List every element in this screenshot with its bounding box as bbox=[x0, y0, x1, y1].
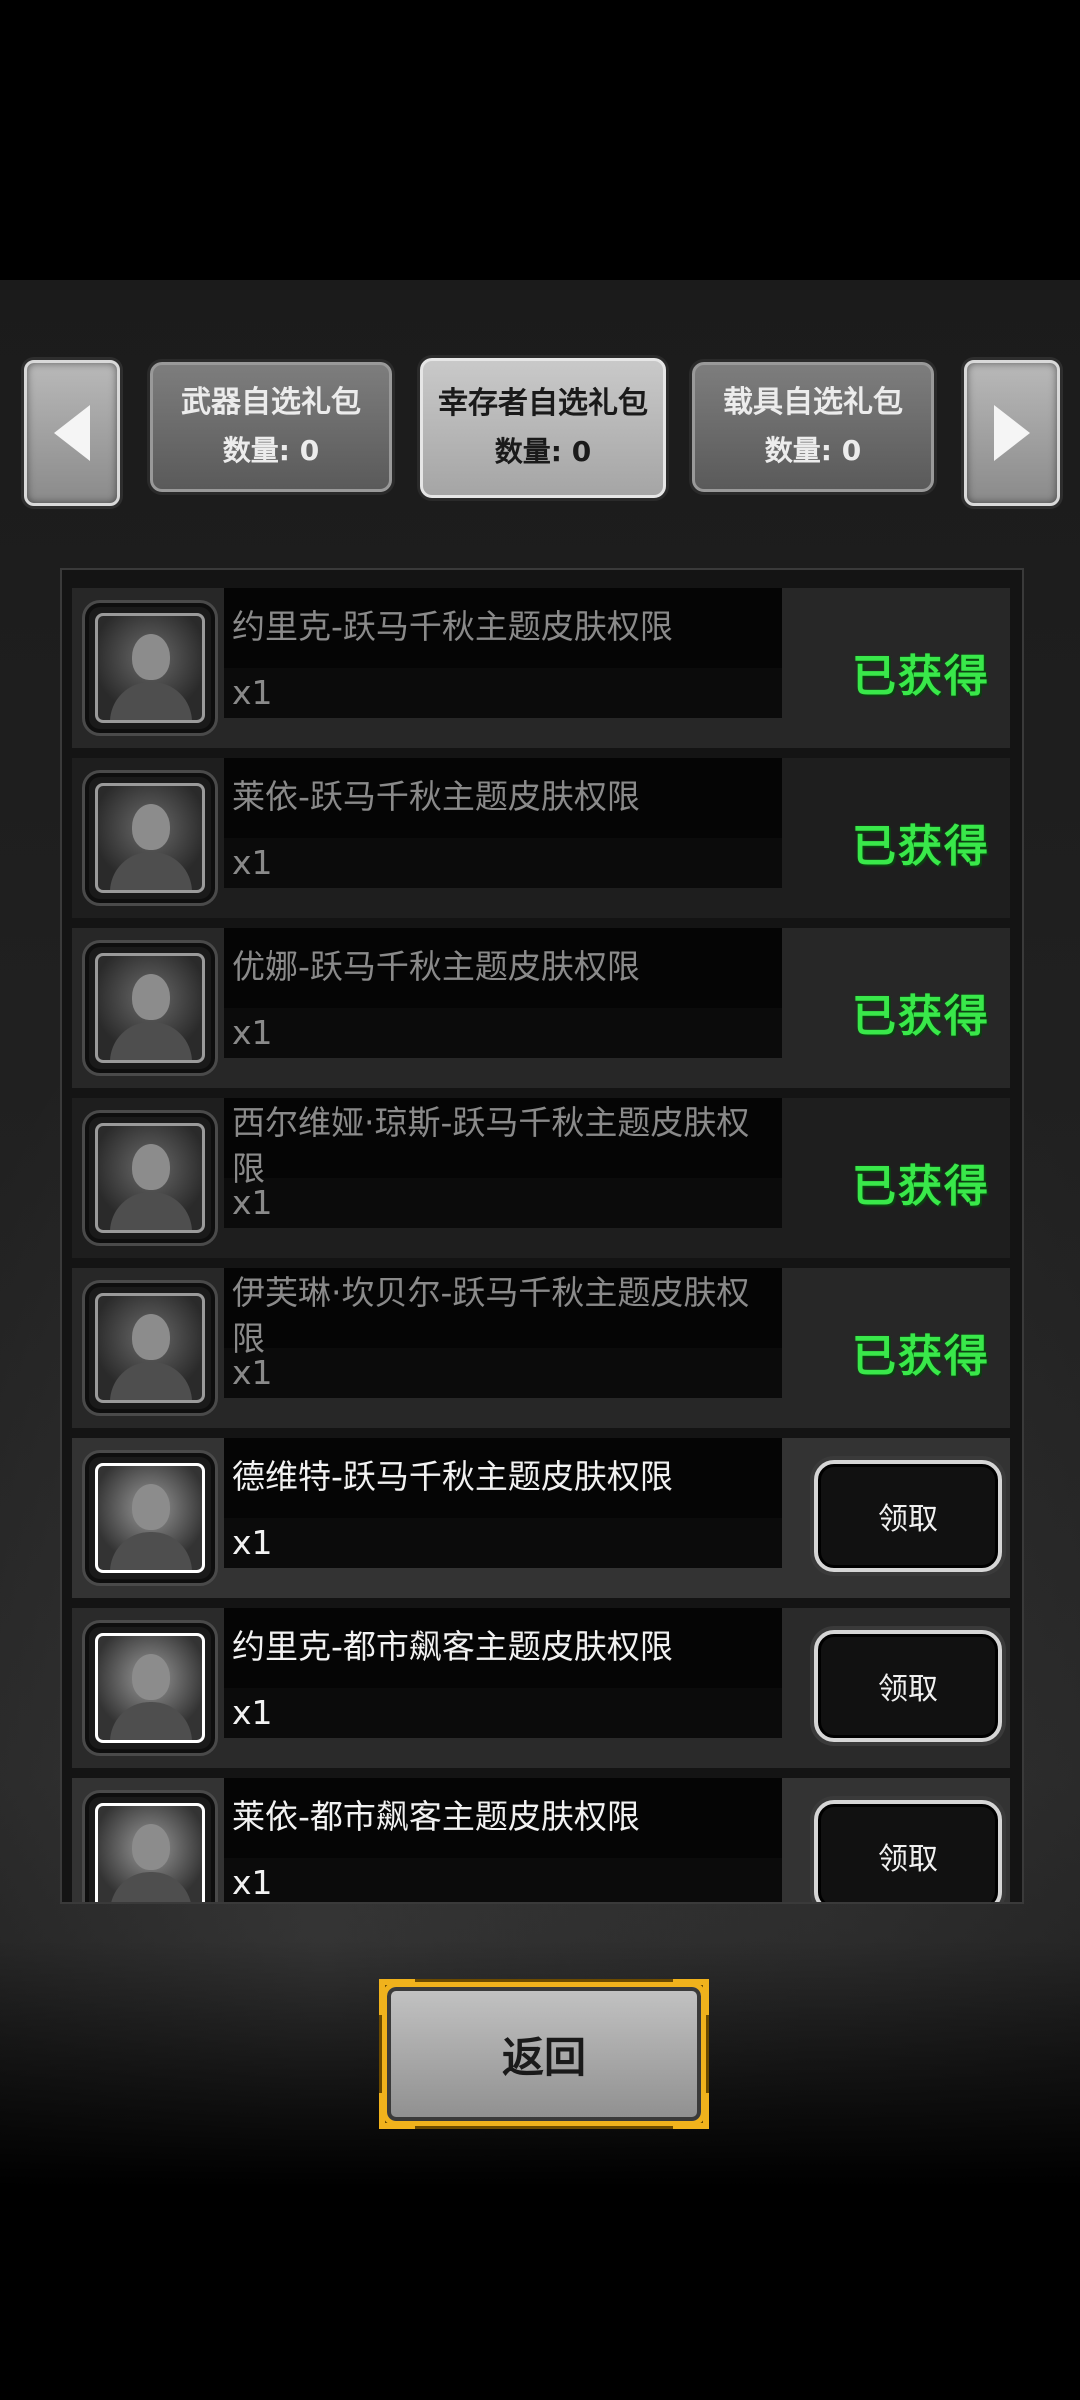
item-name: 莱依-都市飙客主题皮肤权限 bbox=[232, 1797, 640, 1836]
item-quantity: x1 bbox=[232, 1693, 273, 1732]
item-name: 伊芙琳·坎贝尔-跃马千秋主题皮肤权限 bbox=[232, 1273, 750, 1358]
back-button[interactable]: 返回 bbox=[379, 1979, 709, 2129]
item-name: 德维特-跃马千秋主题皮肤权限 bbox=[232, 1457, 673, 1496]
item-name: 优娜-跃马千秋主题皮肤权限 bbox=[232, 947, 640, 986]
list-item: 德维特-跃马千秋主题皮肤权限 x1 领取 bbox=[72, 1438, 1010, 1598]
reward-list[interactable]: 约里克-跃马千秋主题皮肤权限 x1 已获得 莱依-跃马千秋主题皮肤权限 x1 已… bbox=[60, 568, 1024, 1904]
list-item: 伊芙琳·坎贝尔-跃马千秋主题皮肤权限 x1 已获得 bbox=[72, 1268, 1010, 1428]
tab-weapon-gift-pack[interactable]: 武器自选礼包 数量: 0 bbox=[150, 362, 392, 492]
list-item: 优娜-跃马千秋主题皮肤权限 x1 已获得 bbox=[72, 928, 1010, 1088]
obtained-status: 已获得 bbox=[852, 821, 990, 872]
item-name: 约里克-都市飙客主题皮肤权限 bbox=[232, 1627, 673, 1666]
prev-arrow-button[interactable] bbox=[24, 360, 120, 506]
character-portrait bbox=[82, 940, 218, 1076]
obtained-status: 已获得 bbox=[852, 651, 990, 702]
character-portrait bbox=[82, 600, 218, 736]
item-quantity: x1 bbox=[232, 1013, 273, 1052]
arrow-left-icon bbox=[54, 405, 90, 461]
tab-count: 数量: 0 bbox=[494, 435, 592, 468]
tab-label: 武器自选礼包 bbox=[181, 385, 361, 420]
tab-count: 数量: 0 bbox=[222, 434, 320, 467]
tab-label: 幸存者自选礼包 bbox=[438, 386, 648, 421]
obtained-status: 已获得 bbox=[852, 1331, 990, 1382]
next-arrow-button[interactable] bbox=[964, 360, 1060, 506]
corner-ornament-icon bbox=[379, 1979, 415, 2015]
arrow-right-icon bbox=[994, 405, 1030, 461]
item-quantity: x1 bbox=[232, 843, 273, 882]
item-quantity: x1 bbox=[232, 1863, 273, 1902]
item-quantity: x1 bbox=[232, 1183, 273, 1222]
character-portrait bbox=[82, 1790, 218, 1902]
back-button-label: 返回 bbox=[501, 2032, 586, 2082]
item-quantity: x1 bbox=[232, 673, 273, 712]
tab-count: 数量: 0 bbox=[764, 434, 862, 467]
character-portrait bbox=[82, 1450, 218, 1586]
item-name: 莱依-跃马千秋主题皮肤权限 bbox=[232, 777, 640, 816]
obtained-status: 已获得 bbox=[852, 991, 990, 1042]
list-item: 约里克-都市飙客主题皮肤权限 x1 领取 bbox=[72, 1608, 1010, 1768]
list-item: 西尔维娅·琼斯-跃马千秋主题皮肤权限 x1 已获得 bbox=[72, 1098, 1010, 1258]
item-quantity: x1 bbox=[232, 1353, 273, 1392]
tab-survivor-gift-pack[interactable]: 幸存者自选礼包 数量: 0 bbox=[420, 358, 666, 498]
claim-button[interactable]: 领取 bbox=[814, 1460, 1002, 1572]
claim-button[interactable]: 领取 bbox=[814, 1800, 1002, 1902]
character-portrait bbox=[82, 1110, 218, 1246]
character-portrait bbox=[82, 770, 218, 906]
tab-label: 载具自选礼包 bbox=[723, 385, 903, 420]
corner-ornament-icon bbox=[673, 2093, 709, 2129]
corner-ornament-icon bbox=[673, 1979, 709, 2015]
character-portrait bbox=[82, 1280, 218, 1416]
list-item: 莱依-跃马千秋主题皮肤权限 x1 已获得 bbox=[72, 758, 1010, 918]
item-name: 西尔维娅·琼斯-跃马千秋主题皮肤权限 bbox=[232, 1103, 750, 1188]
item-name: 约里克-跃马千秋主题皮肤权限 bbox=[232, 607, 673, 646]
corner-ornament-icon bbox=[379, 2093, 415, 2129]
list-item: 约里克-跃马千秋主题皮肤权限 x1 已获得 bbox=[72, 588, 1010, 748]
tab-vehicle-gift-pack[interactable]: 载具自选礼包 数量: 0 bbox=[692, 362, 934, 492]
item-quantity: x1 bbox=[232, 1523, 273, 1562]
list-item: 莱依-都市飙客主题皮肤权限 x1 领取 bbox=[72, 1778, 1010, 1902]
obtained-status: 已获得 bbox=[852, 1161, 990, 1212]
claim-button[interactable]: 领取 bbox=[814, 1630, 1002, 1742]
character-portrait bbox=[82, 1620, 218, 1756]
